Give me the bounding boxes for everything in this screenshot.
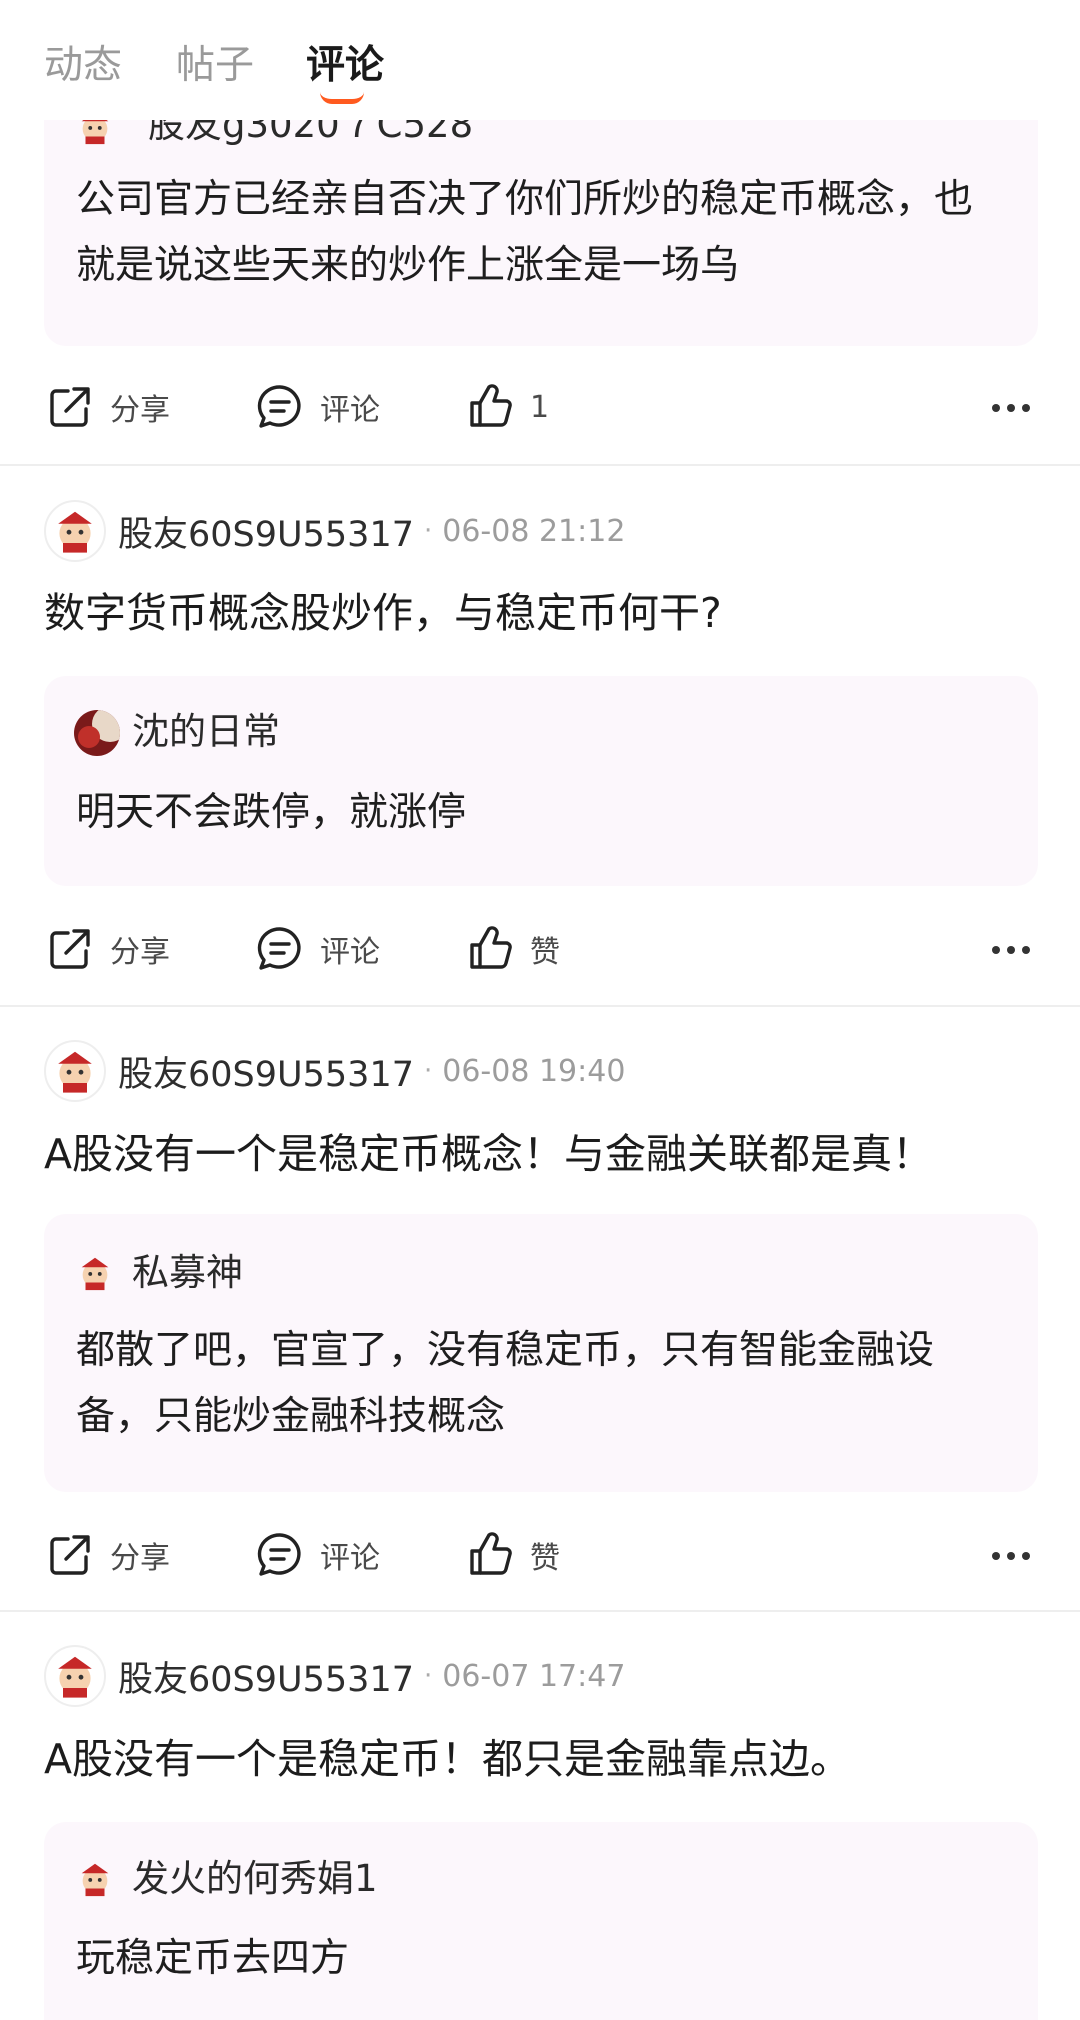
more-icon[interactable]: [992, 388, 1034, 428]
divider: [0, 1005, 1080, 1007]
post-header: 股友60S9U55317 · 06-08 21:12: [44, 500, 625, 562]
avatar[interactable]: [74, 710, 120, 756]
like-label: 赞: [530, 935, 560, 970]
comment-button[interactable]: 评论: [254, 904, 380, 994]
post-header: 股友60S9U55317 · 06-08 19:40: [44, 1040, 625, 1102]
more-icon[interactable]: [992, 1536, 1034, 1576]
share-icon: [50, 387, 90, 427]
more-icon[interactable]: [992, 930, 1034, 970]
active-tab-indicator: [320, 92, 364, 104]
like-button[interactable]: 赞: [464, 904, 560, 994]
action-row: 分享 评论 赞: [0, 1510, 1080, 1600]
comment-icon: [257, 385, 301, 428]
username[interactable]: 股友60S9U55317: [118, 506, 414, 557]
fortune-god-avatar-icon: [81, 1257, 109, 1291]
action-row: 分享 评论 1: [0, 362, 1080, 452]
quote-text: 玩稳定币去四方: [76, 1936, 350, 1981]
divider: [0, 464, 1080, 466]
separator-dot: ·: [423, 516, 433, 546]
divider: [0, 1610, 1080, 1612]
fortune-god-avatar-icon: [58, 1051, 92, 1093]
fortune-god-avatar-icon: [58, 1656, 92, 1698]
comment-label: 评论: [320, 393, 380, 428]
like-button[interactable]: 1: [464, 362, 549, 452]
action-row: 分享 评论 赞: [0, 904, 1080, 994]
share-icon: [50, 929, 90, 969]
quote-username[interactable]: 沈的日常: [132, 709, 280, 755]
share-label: 分享: [110, 393, 170, 428]
like-icon: [470, 1532, 512, 1575]
separator-dot: ·: [423, 1661, 433, 1691]
like-count: 1: [530, 389, 550, 425]
avatar[interactable]: [44, 1645, 106, 1707]
timestamp: 06-08 19:40: [442, 1053, 626, 1089]
comment-icon: [257, 927, 301, 970]
like-button[interactable]: 赞: [464, 1510, 560, 1600]
avatar[interactable]: [44, 500, 106, 562]
share-button[interactable]: 分享: [44, 1510, 170, 1600]
tab-bar: 动态 帖子 评论: [0, 0, 1080, 120]
quote-username[interactable]: 发火的何秀娟1: [132, 1856, 378, 1902]
quote-text: 都散了吧，官宣了，没有稳定币，只有智能金融设备，只能炒金融科技概念: [76, 1328, 935, 1439]
quoted-comment[interactable]: 私募神 都散了吧，官宣了，没有稳定币，只有智能金融设备，只能炒金融科技概念: [44, 1214, 1038, 1492]
username[interactable]: 股友60S9U55317: [118, 1046, 414, 1097]
share-button[interactable]: 分享: [44, 362, 170, 452]
quote-text: 公司官方已经亲自否决了你们所炒的稳定币概念，也就是说这些天来的炒作上涨全是一场乌: [76, 177, 974, 288]
post-text: A股没有一个是稳定币！都只是金融靠点边。: [44, 1735, 852, 1783]
share-label: 分享: [110, 935, 170, 970]
separator-dot: ·: [423, 1056, 433, 1086]
share-icon: [50, 1535, 90, 1575]
like-icon: [470, 926, 512, 969]
like-label: 赞: [530, 1541, 560, 1576]
tab-dynamics[interactable]: 动态: [44, 42, 122, 90]
post-header: 股友60S9U55317 · 06-07 17:47: [44, 1645, 625, 1707]
quote-text: 明天不会跌停，就涨停: [76, 790, 467, 835]
quote-username[interactable]: 私募神: [132, 1250, 243, 1296]
tab-posts[interactable]: 帖子: [176, 42, 254, 90]
comment-button[interactable]: 评论: [254, 362, 380, 452]
tab-comments[interactable]: 评论: [306, 42, 384, 90]
comment-label: 评论: [320, 1541, 380, 1576]
share-button[interactable]: 分享: [44, 904, 170, 994]
quoted-comment[interactable]: 沈的日常 明天不会跌停，就涨停: [44, 676, 1038, 886]
comment-label: 评论: [320, 935, 380, 970]
avatar[interactable]: [44, 1040, 106, 1102]
share-label: 分享: [110, 1541, 170, 1576]
comment-icon: [257, 1533, 301, 1576]
username[interactable]: 股友60S9U55317: [118, 1651, 414, 1702]
timestamp: 06-07 17:47: [442, 1658, 626, 1694]
like-icon: [470, 384, 512, 427]
quoted-comment[interactable]: 发火的何秀娟1 玩稳定币去四方: [44, 1822, 1038, 2020]
post-text: 数字货币概念股炒作，与稳定币何干?: [44, 589, 722, 637]
post-text: A股没有一个是稳定币概念！与金融关联都是真！: [44, 1130, 934, 1178]
fortune-god-avatar-icon: [81, 1863, 109, 1897]
timestamp: 06-08 21:12: [442, 513, 626, 549]
fortune-god-avatar-icon: [58, 511, 92, 553]
comment-button[interactable]: 评论: [254, 1510, 380, 1600]
